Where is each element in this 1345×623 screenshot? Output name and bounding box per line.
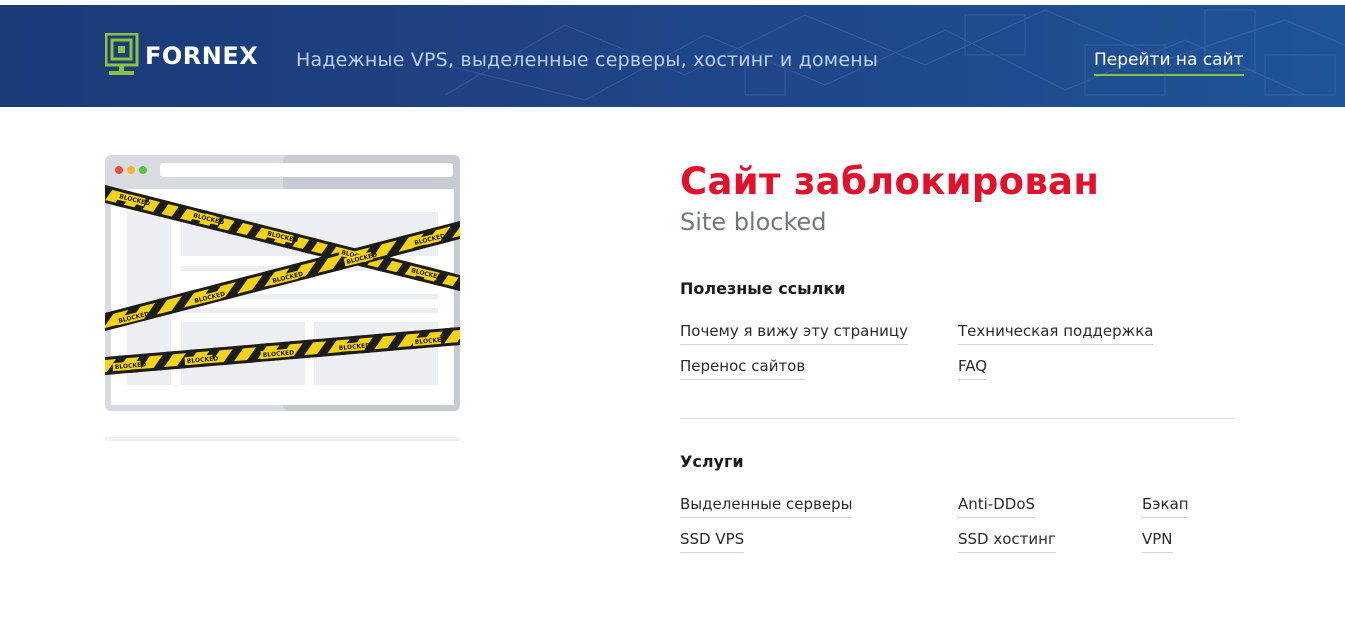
link-site-transfer[interactable]: Перенос сайтов <box>680 357 806 380</box>
window-maximize-dot <box>139 166 147 174</box>
services-heading: Услуги <box>680 452 744 471</box>
link-faq[interactable]: FAQ <box>958 357 988 380</box>
link-why-this-page[interactable]: Почему я вижу эту страницу <box>680 322 909 345</box>
header-bar: FORNEX Надежные VPS, выделенные серверы,… <box>0 5 1345 107</box>
link-backup[interactable]: Бэкап <box>1142 495 1189 518</box>
browser-address-bar <box>160 163 453 177</box>
link-ssd-vps[interactable]: SSD VPS <box>680 530 745 553</box>
fornex-logo[interactable]: FORNEX <box>105 33 258 79</box>
useful-links-heading: Полезные ссылки <box>680 279 846 298</box>
blocked-browser-illustration: BLOCKED BLOCKED BLOCKED BLOCKED BLOCKED … <box>105 155 460 441</box>
section-divider <box>680 418 1235 419</box>
page-subtitle: Site blocked <box>680 208 827 236</box>
link-ssd-hosting[interactable]: SSD хостинг <box>958 530 1056 553</box>
window-minimize-dot <box>127 166 135 174</box>
goto-site-link[interactable]: Перейти на сайт <box>1094 50 1244 76</box>
link-anti-ddos[interactable]: Anti-DDoS <box>958 495 1036 518</box>
brand-name: FORNEX <box>145 42 259 70</box>
link-dedicated-servers[interactable]: Выделенные серверы <box>680 495 853 518</box>
page-title: Сайт заблокирован <box>680 160 1100 203</box>
fornex-logo-icon <box>105 33 139 75</box>
header-tagline: Надежные VPS, выделенные серверы, хостин… <box>296 49 879 71</box>
link-tech-support[interactable]: Техническая поддержка <box>958 322 1154 345</box>
link-vpn[interactable]: VPN <box>1142 530 1173 553</box>
window-close-dot <box>115 166 123 174</box>
